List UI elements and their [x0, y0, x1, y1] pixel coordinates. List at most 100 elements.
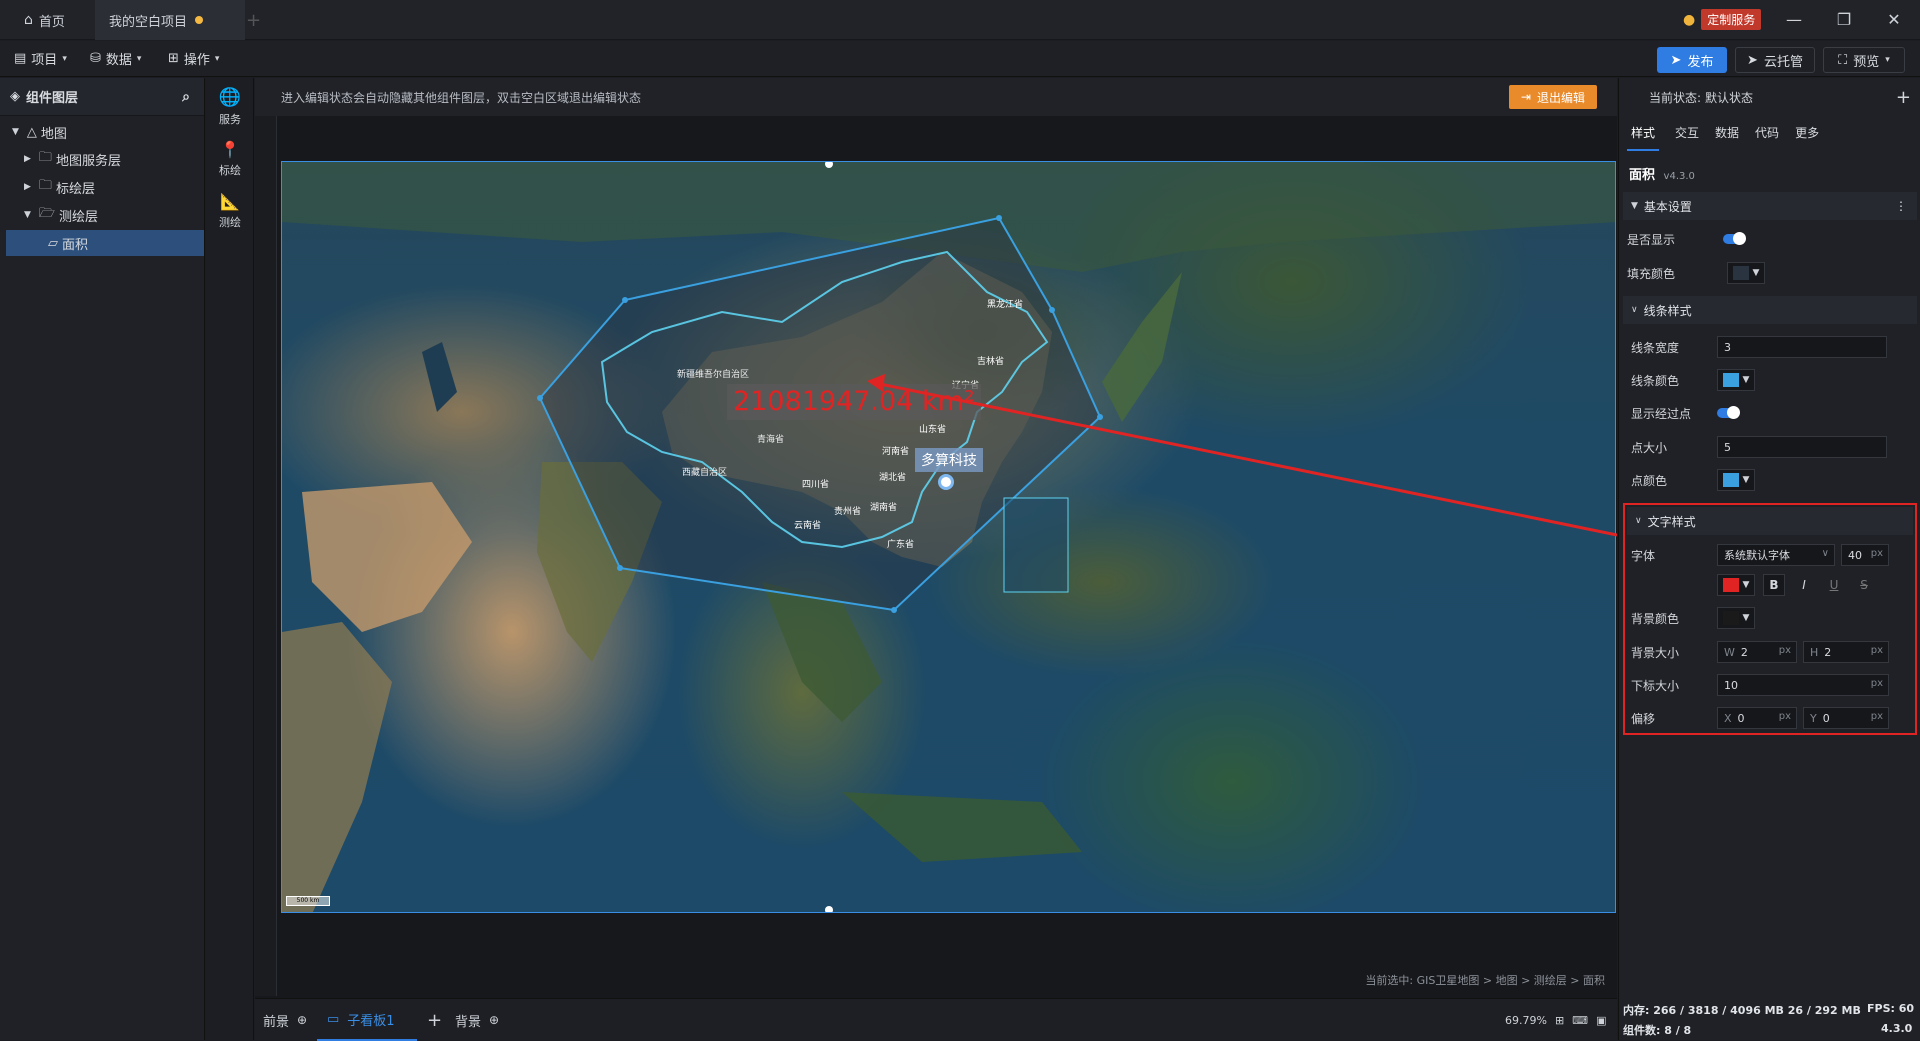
point-size-label: 点大小 — [1631, 440, 1668, 455]
line-color-picker[interactable]: ▼ — [1717, 369, 1755, 391]
fit-screen-icon[interactable]: ⊞ — [1555, 1014, 1564, 1027]
folder-open-icon: 🗁 — [38, 206, 56, 221]
line-color-row: 线条颜色 ▼ — [1631, 365, 1920, 395]
tree-item-marker-layer[interactable]: ▶ 🗀 标绘层 — [24, 174, 95, 200]
rail-service[interactable]: 🌐 服务 — [206, 82, 254, 132]
keyboard-icon[interactable]: ⌨ — [1572, 1014, 1588, 1027]
point-color-label: 点颜色 — [1631, 473, 1668, 488]
rail-marker[interactable]: 📍 标绘 — [206, 134, 254, 184]
section-text[interactable]: ∨ 文字样式 — [1627, 507, 1913, 535]
selection-breadcrumb: 当前选中: GIS卫星地图 > 地图 > 测绘层 > 面积 — [1365, 974, 1605, 987]
home-icon: ⌂ — [24, 12, 33, 28]
tab-background[interactable]: 背景 ⊕ — [455, 999, 499, 1041]
chevron-down-icon: ▾ — [214, 53, 220, 64]
bg-color-label: 背景颜色 — [1631, 611, 1680, 626]
pin-icon: 📍 — [220, 140, 240, 159]
tree-item-area[interactable]: ▱ 面积 — [6, 230, 204, 256]
tree-item-map-service[interactable]: ▶ 🗀 地图服务层 — [24, 146, 121, 172]
tab-data[interactable]: 数据 — [1715, 124, 1739, 151]
font-size-value: 40 — [1848, 548, 1862, 562]
new-tab-icon[interactable]: + — [246, 10, 261, 31]
add-state-icon[interactable]: + — [1896, 87, 1911, 108]
tab-code[interactable]: 代码 — [1755, 124, 1779, 151]
strike-button[interactable]: S — [1853, 574, 1875, 596]
offset-x-input[interactable]: X 0 px — [1717, 707, 1797, 729]
line-color-swatch — [1722, 373, 1739, 387]
annotation-layer — [867, 374, 1617, 537]
folder-icon: 🗀 — [38, 178, 52, 193]
tree-item-measure-layer[interactable]: ▼ 🗁 测绘层 — [24, 202, 98, 228]
publish-button[interactable]: ➤ 发布 — [1657, 47, 1727, 73]
line-width-input[interactable]: 3 — [1717, 336, 1887, 358]
close-icon[interactable]: ✕ — [1880, 8, 1908, 32]
bg-size-label: 背景大小 — [1631, 645, 1680, 660]
underline-button[interactable]: U — [1823, 574, 1845, 596]
tab-home[interactable]: ⌂ 首页 — [10, 0, 79, 40]
menu-data[interactable]: ⛁ 数据 ▾ — [90, 49, 141, 68]
section-text-label: 文字样式 — [1647, 514, 1696, 529]
tree-item-map[interactable]: ▼ △ 地图 — [12, 119, 67, 145]
unsaved-dot — [195, 16, 204, 24]
point-color-picker[interactable]: ▼ — [1717, 469, 1755, 491]
cloud-button[interactable]: ➤ 云托管 — [1735, 47, 1815, 73]
subscript-input[interactable]: 10 px — [1717, 674, 1889, 696]
tab-interaction[interactable]: 交互 — [1675, 124, 1699, 151]
bold-button[interactable]: B — [1763, 574, 1785, 596]
visible-row: 是否显示 — [1627, 224, 1917, 254]
chevron-down-icon: ▼ — [12, 127, 19, 137]
title-bar: ⌂ 首页 我的空白项目 + ● 定制服务 — ❐ ✕ — [0, 0, 1920, 40]
show-points-toggle[interactable] — [1717, 406, 1740, 419]
tab-subboard[interactable]: ▭ 子看板1 — [317, 999, 417, 1041]
chevron-down-icon: ▼ — [1742, 475, 1750, 485]
add-circle-icon[interactable]: ⊕ — [297, 1013, 307, 1027]
more-vertical-icon[interactable]: ⋮ — [1895, 199, 1907, 213]
state-value[interactable]: 默认状态 — [1705, 89, 1753, 106]
fill-color-picker[interactable]: ▼ — [1727, 262, 1765, 284]
component-title: 面积 v4.3.0 — [1629, 164, 1695, 183]
font-style-row: ▼ B I U S — [1631, 570, 1920, 600]
fullscreen-icon: ⛶ — [1838, 52, 1848, 68]
search-icon[interactable]: ⌕ — [182, 89, 190, 105]
tab-background-label: 背景 — [455, 1014, 482, 1030]
text-color-picker[interactable]: ▼ — [1717, 574, 1755, 596]
offset-label: 偏移 — [1631, 711, 1656, 726]
chevron-down-icon: ▼ — [1742, 580, 1750, 590]
font-select[interactable]: 系统默认字体 ∨ — [1717, 544, 1835, 566]
visible-toggle[interactable] — [1723, 232, 1746, 245]
menu-project[interactable]: ▤ 项目 ▾ — [14, 49, 67, 68]
rail-measure[interactable]: 📐 测绘 — [206, 186, 254, 236]
bg-width-input[interactable]: W 2 px — [1717, 641, 1797, 663]
unit-label: px — [1778, 645, 1791, 656]
add-circle-icon[interactable]: ⊕ — [489, 1013, 499, 1027]
rail-marker-label: 标绘 — [219, 164, 241, 177]
add-board-icon[interactable]: + — [427, 999, 442, 1041]
chevron-down-icon: ▼ — [1631, 201, 1638, 211]
zoom-level[interactable]: 69.79% ⊞ ⌨ ▣ — [1505, 999, 1606, 1041]
bg-color-picker[interactable]: ▼ — [1717, 607, 1755, 629]
minimize-icon[interactable]: — — [1780, 8, 1808, 32]
canvas-stage[interactable]: 进入编辑状态会自动隐藏其他组件图层，双击空白区域退出编辑状态 ⇥ 退出编辑 黑龙… — [255, 78, 1617, 998]
section-basic[interactable]: ▼ 基本设置 ⋮ — [1623, 192, 1917, 220]
section-line[interactable]: ∨ 线条样式 — [1623, 296, 1917, 324]
menu-project-label: 项目 — [31, 53, 58, 68]
menu-ops[interactable]: ⊞ 操作 ▾ — [168, 49, 219, 68]
preview-button[interactable]: ⛶ 预览 ▾ — [1823, 47, 1905, 73]
italic-button[interactable]: I — [1793, 574, 1815, 596]
fps-status: FPS: 60 — [1867, 1002, 1915, 1015]
rail-service-label: 服务 — [219, 113, 241, 126]
tab-project[interactable]: 我的空白项目 — [95, 0, 245, 40]
menu-data-label: 数据 — [105, 53, 132, 68]
tab-style[interactable]: 样式 — [1627, 124, 1660, 151]
bg-height-input[interactable]: H 2 px — [1803, 641, 1889, 663]
terminal-icon[interactable]: ▣ — [1596, 1014, 1606, 1027]
custom-service-button[interactable]: ● 定制服务 — [1683, 9, 1762, 30]
tab-foreground[interactable]: 前景 ⊕ — [263, 999, 307, 1041]
tab-more[interactable]: 更多 — [1795, 124, 1819, 151]
offset-y-input[interactable]: Y 0 px — [1803, 707, 1889, 729]
subscript-value: 10 — [1724, 678, 1738, 692]
restore-icon[interactable]: ❐ — [1830, 8, 1858, 32]
point-size-row: 点大小 5 — [1631, 432, 1920, 462]
point-size-input[interactable]: 5 — [1717, 436, 1887, 458]
font-size-input[interactable]: 40 px — [1841, 544, 1889, 566]
send-icon: ➤ — [1747, 52, 1758, 68]
